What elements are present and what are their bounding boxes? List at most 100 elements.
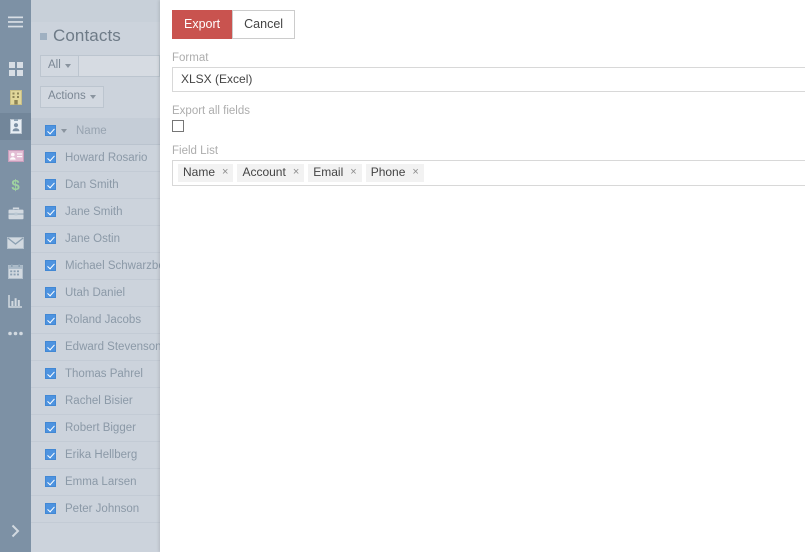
contacts-rows: Name Howard Rosario Dan Smith Jane Smith Ja… [31, 117, 160, 523]
search-input[interactable] [78, 55, 160, 77]
remove-field-tag-icon[interactable]: × [412, 166, 418, 178]
table-row[interactable]: Peter Johnson [31, 496, 160, 523]
row-name-label: Thomas Pahrel [65, 367, 143, 380]
row-checkbox[interactable] [45, 206, 56, 217]
table-row[interactable]: Robert Bigger [31, 415, 160, 442]
row-checkbox[interactable] [45, 179, 56, 190]
row-name-label: Dan Smith [65, 178, 119, 191]
building-icon[interactable] [0, 84, 31, 111]
app-root: $ Contacts All Actions Name Howard Rosar… [0, 0, 805, 552]
page-title-row: Contacts [31, 22, 160, 46]
chevron-down-icon[interactable] [61, 128, 67, 133]
table-row[interactable]: Utah Daniel [31, 280, 160, 307]
field-tag-label: Email [313, 164, 344, 179]
page-title-bullet-icon [40, 32, 47, 40]
row-checkbox[interactable] [45, 260, 56, 271]
row-checkbox[interactable] [45, 233, 56, 244]
field-tag[interactable]: Name × [178, 163, 234, 182]
filter-all-dropdown[interactable]: All [40, 55, 79, 77]
table-row[interactable]: Rachel Bisier [31, 388, 160, 415]
page-title: Contacts [53, 26, 121, 45]
row-checkbox[interactable] [45, 503, 56, 514]
id-card-icon[interactable] [0, 142, 31, 169]
row-name-label: Jane Smith [65, 205, 123, 218]
chevron-right-icon [11, 524, 20, 543]
field-tag-label: Phone [370, 164, 406, 179]
search-row: All [31, 46, 160, 77]
bar-chart-icon[interactable] [0, 287, 31, 314]
envelope-icon[interactable] [0, 229, 31, 256]
remove-field-tag-icon[interactable]: × [293, 166, 299, 178]
contacts-list-panel: Contacts All Actions Name Howard Rosario… [31, 0, 160, 552]
svg-text:$: $ [11, 177, 20, 193]
row-checkbox[interactable] [45, 287, 56, 298]
filter-all-label: All [48, 59, 61, 72]
chevron-down-icon [64, 64, 71, 68]
row-name-label: Rachel Bisier [65, 394, 133, 407]
actions-dropdown[interactable]: Actions [40, 86, 104, 108]
sidebar-item-contacts[interactable] [0, 113, 31, 140]
field-list-input[interactable]: Name × Account × Email × Phone × [172, 159, 805, 186]
hamburger-menu-icon[interactable] [0, 8, 31, 35]
dialog-button-row: Export Cancel [172, 10, 805, 39]
format-select[interactable]: XLSX (Excel) [172, 66, 805, 92]
table-row[interactable]: Erika Hellberg [31, 442, 160, 469]
table-row[interactable]: Jane Smith [31, 199, 160, 226]
dollar-sign-icon[interactable]: $ [0, 171, 31, 198]
row-name-label: Michael Schwarzbe [65, 259, 160, 272]
row-checkbox[interactable] [45, 152, 56, 163]
export-dialog: Export Cancel Format XLSX (Excel) Export… [160, 0, 805, 552]
list-header-row[interactable]: Name [31, 117, 160, 145]
row-name-label: Erika Hellberg [65, 448, 138, 461]
row-checkbox[interactable] [45, 314, 56, 325]
row-checkbox[interactable] [45, 422, 56, 433]
sidebar-expand-toggle[interactable] [0, 520, 31, 546]
field-tag[interactable]: Account × [237, 163, 305, 182]
sidebar: $ [0, 0, 31, 552]
table-row[interactable]: Dan Smith [31, 172, 160, 199]
ellipsis-more-icon[interactable] [0, 320, 31, 347]
row-checkbox[interactable] [45, 449, 56, 460]
format-label: Format [172, 51, 209, 64]
export-button[interactable]: Export [172, 10, 233, 39]
field-list-label: Field List [172, 144, 219, 157]
cancel-button[interactable]: Cancel [232, 10, 296, 39]
grid-dashboard-icon[interactable] [0, 55, 31, 82]
row-name-label: Edward Stevenson [65, 340, 160, 353]
table-row[interactable]: Emma Larsen [31, 469, 160, 496]
actions-label: Actions [48, 90, 86, 102]
row-checkbox[interactable] [45, 476, 56, 487]
row-name-label: Jane Ostin [65, 232, 120, 245]
row-checkbox[interactable] [45, 395, 56, 406]
field-tag[interactable]: Phone × [365, 163, 424, 182]
actions-row: Actions [31, 77, 160, 108]
field-tag[interactable]: Email × [308, 163, 362, 182]
list-top-strip [31, 0, 160, 22]
table-row[interactable]: Roland Jacobs [31, 307, 160, 334]
row-checkbox[interactable] [45, 368, 56, 379]
table-row[interactable]: Thomas Pahrel [31, 361, 160, 388]
field-tag-label: Name [183, 164, 216, 179]
row-checkbox[interactable] [45, 341, 56, 352]
export-all-fields-checkbox[interactable] [172, 119, 184, 132]
row-name-label: Utah Daniel [65, 286, 126, 299]
select-all-checkbox[interactable] [45, 125, 56, 136]
row-name-label: Robert Bigger [65, 421, 136, 434]
remove-field-tag-icon[interactable]: × [222, 166, 228, 178]
row-name-label: Howard Rosario [65, 151, 148, 164]
row-name-label: Emma Larsen [65, 475, 137, 488]
format-value: XLSX (Excel) [181, 72, 253, 86]
table-row[interactable]: Jane Ostin [31, 226, 160, 253]
table-row[interactable]: Howard Rosario [31, 145, 160, 172]
field-tag-label: Account [242, 164, 286, 179]
column-header-name: Name [76, 124, 107, 137]
chevron-down-icon [89, 94, 96, 99]
row-name-label: Peter Johnson [65, 502, 140, 515]
remove-field-tag-icon[interactable]: × [350, 166, 356, 178]
calendar-icon[interactable] [0, 258, 31, 285]
table-row[interactable]: Michael Schwarzbe [31, 253, 160, 280]
row-name-label: Roland Jacobs [65, 313, 142, 326]
export-all-fields-label: Export all fields [172, 104, 250, 117]
briefcase-icon[interactable] [0, 200, 31, 227]
table-row[interactable]: Edward Stevenson [31, 334, 160, 361]
